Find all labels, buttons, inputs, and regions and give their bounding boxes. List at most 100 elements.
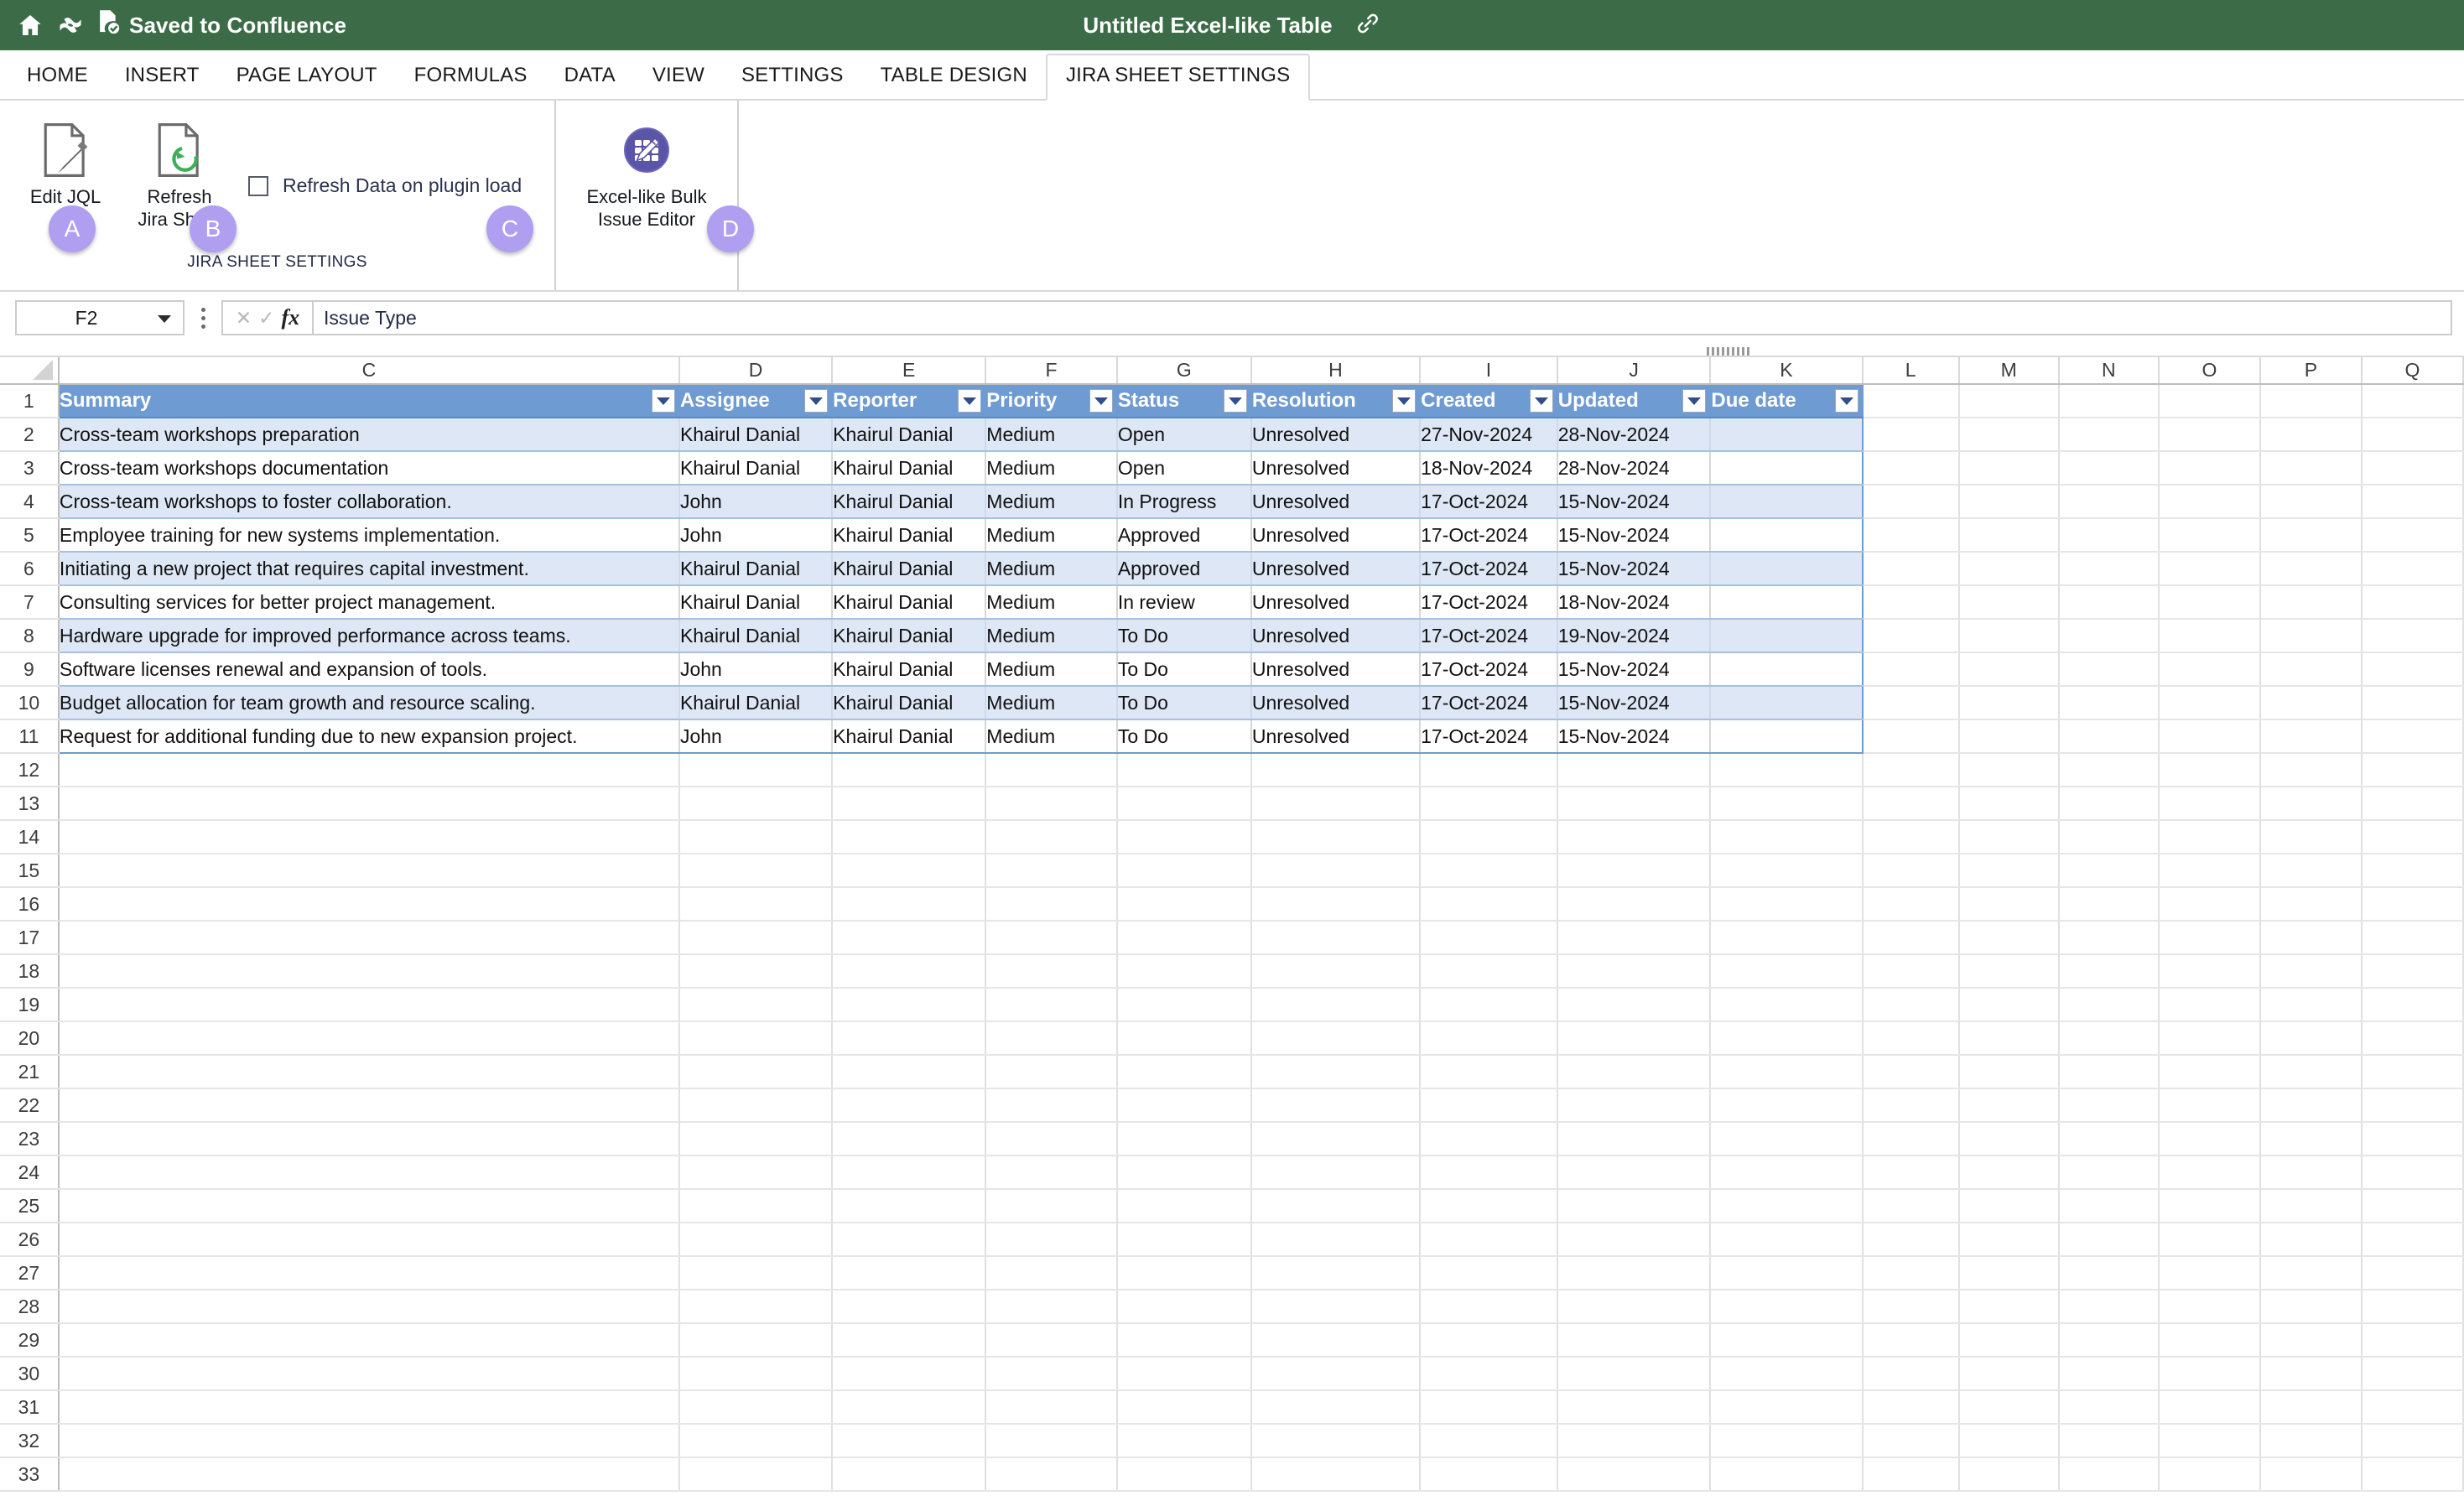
cell-P27[interactable] <box>2260 1256 2362 1290</box>
cell-G32[interactable] <box>1117 1424 1251 1457</box>
filter-dropdown-icon[interactable] <box>1530 389 1553 413</box>
cell-C21[interactable] <box>59 1055 679 1088</box>
cell-I21[interactable] <box>1420 1055 1557 1088</box>
cell-H21[interactable] <box>1251 1055 1420 1088</box>
cell-L10[interactable] <box>1863 686 1959 719</box>
cell-F14[interactable] <box>985 820 1117 854</box>
cell-I25[interactable] <box>1420 1189 1557 1223</box>
cell-G3[interactable]: Open <box>1117 451 1251 485</box>
cell-I17[interactable] <box>1420 921 1557 954</box>
cell-J27[interactable] <box>1557 1256 1711 1290</box>
cell-K15[interactable] <box>1710 854 1862 887</box>
cell-N14[interactable] <box>2059 820 2159 854</box>
cell-J21[interactable] <box>1557 1055 1711 1088</box>
cell-K31[interactable] <box>1710 1390 1862 1424</box>
cell-J32[interactable] <box>1557 1424 1711 1457</box>
cell-L8[interactable] <box>1863 619 1959 652</box>
filter-dropdown-icon[interactable] <box>1682 389 1706 413</box>
cell-M17[interactable] <box>1959 921 2059 954</box>
cell-P23[interactable] <box>2260 1122 2362 1155</box>
cell-O19[interactable] <box>2159 988 2260 1021</box>
cell-M23[interactable] <box>1959 1122 2059 1155</box>
cell-K16[interactable] <box>1710 887 1862 921</box>
cell-G18[interactable] <box>1117 954 1251 988</box>
row-header-3[interactable]: 3 <box>0 451 59 485</box>
split-pane-handle-icon[interactable] <box>1707 347 1750 356</box>
cell-K18[interactable] <box>1710 954 1862 988</box>
cell-Q8[interactable] <box>2362 619 2463 652</box>
cell-P2[interactable] <box>2260 418 2362 451</box>
cell-G23[interactable] <box>1117 1122 1251 1155</box>
cell-N12[interactable] <box>2059 753 2159 787</box>
cell-E24[interactable] <box>832 1155 985 1189</box>
cell-O23[interactable] <box>2159 1122 2260 1155</box>
cell-N8[interactable] <box>2059 619 2159 652</box>
cell-P17[interactable] <box>2260 921 2362 954</box>
cell-P9[interactable] <box>2260 652 2362 686</box>
cell-P16[interactable] <box>2260 887 2362 921</box>
cell-H31[interactable] <box>1251 1390 1420 1424</box>
cell-C16[interactable] <box>59 887 679 921</box>
cell-H25[interactable] <box>1251 1189 1420 1223</box>
column-header-q[interactable]: Q <box>2362 357 2463 384</box>
cell-Q3[interactable] <box>2362 451 2463 485</box>
cell-J15[interactable] <box>1557 854 1711 887</box>
cell-K17[interactable] <box>1710 921 1862 954</box>
column-header-f[interactable]: F <box>985 357 1117 384</box>
chevron-down-icon[interactable] <box>156 307 173 330</box>
cell-J11[interactable]: 15-Nov-2024 <box>1557 719 1711 753</box>
cell-N31[interactable] <box>2059 1390 2159 1424</box>
cell-G22[interactable] <box>1117 1088 1251 1122</box>
cell-F10[interactable]: Medium <box>985 686 1117 719</box>
cell-F25[interactable] <box>985 1189 1117 1223</box>
cell-P19[interactable] <box>2260 988 2362 1021</box>
cell-N3[interactable] <box>2059 451 2159 485</box>
cell-D32[interactable] <box>679 1424 832 1457</box>
cell-P7[interactable] <box>2260 585 2362 619</box>
cell-D21[interactable] <box>679 1055 832 1088</box>
cell-M33[interactable] <box>1959 1457 2059 1491</box>
cell-H30[interactable] <box>1251 1357 1420 1390</box>
cell-O28[interactable] <box>2159 1290 2260 1323</box>
cell-E17[interactable] <box>832 921 985 954</box>
cell-C10[interactable]: Budget allocation for team growth and re… <box>59 686 679 719</box>
row-header-1[interactable]: 1 <box>0 384 59 418</box>
cell-L16[interactable] <box>1863 887 1959 921</box>
cell-I23[interactable] <box>1420 1122 1557 1155</box>
cell-H4[interactable]: Unresolved <box>1251 485 1420 518</box>
cell-P26[interactable] <box>2260 1223 2362 1256</box>
table-column-header-summary[interactable]: Summary <box>59 384 679 418</box>
column-header-c[interactable]: C <box>59 357 679 384</box>
cell-M5[interactable] <box>1959 518 2059 552</box>
cell-K3[interactable] <box>1710 451 1862 485</box>
cell-I27[interactable] <box>1420 1256 1557 1290</box>
table-column-header-created[interactable]: Created <box>1420 384 1557 418</box>
excel-like-bulk-issue-editor-button[interactable]: Excel-like Bulk Issue Editor <box>564 116 729 231</box>
cell-L7[interactable] <box>1863 585 1959 619</box>
cell-C5[interactable]: Employee training for new systems implem… <box>59 518 679 552</box>
filter-dropdown-icon[interactable] <box>1392 389 1416 413</box>
tab-formulas[interactable]: FORMULAS <box>396 55 546 99</box>
cell-I16[interactable] <box>1420 887 1557 921</box>
cell-C22[interactable] <box>59 1088 679 1122</box>
cell-K14[interactable] <box>1710 820 1862 854</box>
row-header-12[interactable]: 12 <box>0 753 59 787</box>
cell-Q12[interactable] <box>2362 753 2463 787</box>
cell-P32[interactable] <box>2260 1424 2362 1457</box>
cell-O17[interactable] <box>2159 921 2260 954</box>
tab-jira-sheet-settings[interactable]: JIRA SHEET SETTINGS <box>1046 54 1310 101</box>
cell-M15[interactable] <box>1959 854 2059 887</box>
row-header-31[interactable]: 31 <box>0 1390 59 1424</box>
column-header-g[interactable]: G <box>1117 357 1251 384</box>
cell-J4[interactable]: 15-Nov-2024 <box>1557 485 1711 518</box>
cell-O27[interactable] <box>2159 1256 2260 1290</box>
cell-D7[interactable]: Khairul Danial <box>679 585 832 619</box>
cell-I4[interactable]: 17-Oct-2024 <box>1420 485 1557 518</box>
cell-M32[interactable] <box>1959 1424 2059 1457</box>
cell-J23[interactable] <box>1557 1122 1711 1155</box>
cell-L24[interactable] <box>1863 1155 1959 1189</box>
cell-C24[interactable] <box>59 1155 679 1189</box>
cell-J28[interactable] <box>1557 1290 1711 1323</box>
cell-H24[interactable] <box>1251 1155 1420 1189</box>
cell-H7[interactable]: Unresolved <box>1251 585 1420 619</box>
